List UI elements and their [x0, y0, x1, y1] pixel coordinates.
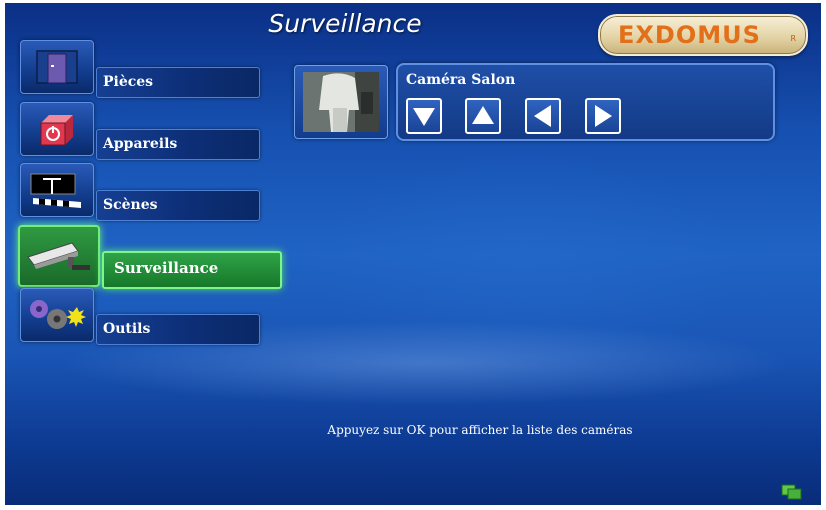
security-camera-icon [27, 242, 90, 270]
page-title: Surveillance [268, 9, 422, 38]
camera-control-panel: Caméra Salon [396, 63, 775, 141]
exdomus-logo: EXDOMUS R [598, 14, 808, 56]
nav-bar-scenes[interactable]: Scènes [96, 190, 260, 221]
instruction-hint: Appuyez sur OK pour afficher la liste de… [327, 423, 633, 437]
camera-preview-figure [303, 72, 379, 132]
arrow-down-icon [413, 108, 435, 126]
nav-tile-surveillance[interactable] [18, 225, 100, 287]
camera-preview-image[interactable] [303, 72, 379, 132]
arrow-right-icon [595, 105, 612, 127]
registered-mark: R [790, 34, 796, 43]
nav-tile-outils[interactable] [20, 288, 94, 342]
arrow-up-icon [472, 106, 494, 124]
nav-label-scenes: Scènes [103, 197, 158, 213]
nav-tile-pieces[interactable] [20, 40, 94, 94]
nav-bar-surveillance[interactable]: Surveillance [102, 251, 282, 289]
nav-bar-pieces[interactable]: Pièces [96, 67, 260, 98]
power-box-icon [40, 115, 73, 146]
windows-status-icon[interactable] [781, 484, 803, 500]
nav-tile-scenes[interactable] [20, 163, 94, 217]
nav-label-outils: Outils [103, 321, 151, 337]
gears-icon [30, 300, 86, 329]
clapperboard-icon [30, 173, 81, 208]
door-icon [36, 50, 78, 84]
nav-tile-appareils[interactable] [20, 102, 94, 156]
pan-right-button[interactable] [585, 98, 621, 134]
pan-left-button[interactable] [525, 98, 561, 134]
logo-wordmark: EXDOMUS [618, 21, 761, 49]
arrow-left-icon [534, 105, 551, 127]
nav-label-surveillance: Surveillance [114, 259, 219, 277]
nav-bar-appareils[interactable]: Appareils [96, 129, 260, 160]
nav-label-appareils: Appareils [103, 136, 178, 152]
nav-label-pieces: Pièces [103, 74, 154, 90]
nav-bar-outils[interactable]: Outils [96, 314, 260, 345]
pan-up-button[interactable] [465, 98, 501, 134]
pan-down-button[interactable] [406, 98, 442, 134]
surveillance-screen: Surveillance EXDOMUS R Pièces Appareils … [5, 3, 821, 505]
camera-name: Caméra Salon [406, 72, 516, 88]
camera-thumbnail-frame[interactable] [294, 65, 388, 139]
